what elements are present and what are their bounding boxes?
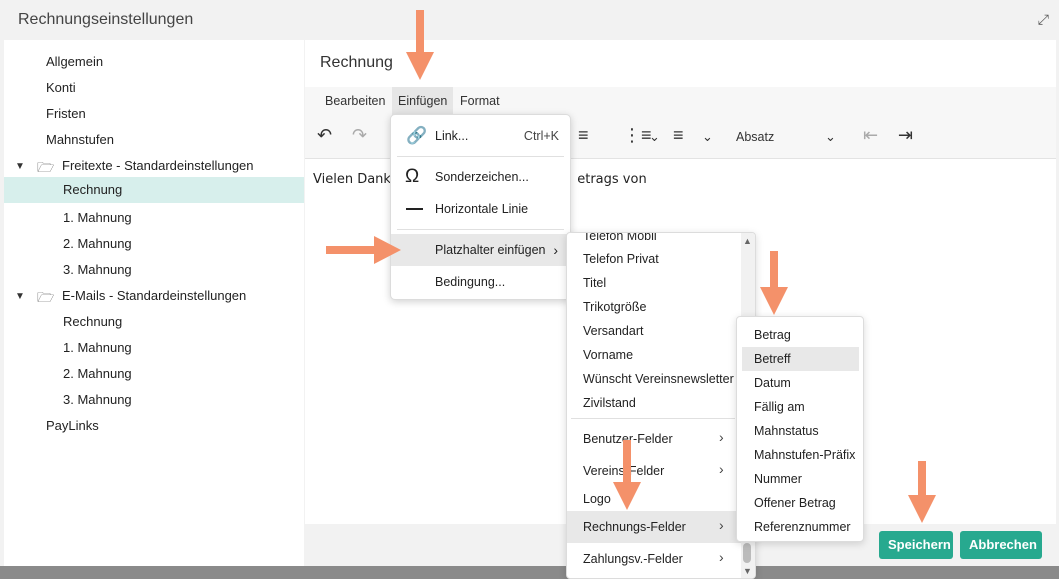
link-icon: 🔗 bbox=[406, 126, 428, 145]
placeholder-item[interactable]: Telefon Mobil bbox=[583, 233, 657, 248]
editor-text-end: etrags von bbox=[577, 172, 647, 187]
menu-einfuegen[interactable]: Einfügen bbox=[392, 87, 454, 115]
tree-item-emails-mahnung-3[interactable]: 3. Mahnung bbox=[63, 387, 132, 413]
invoice-field-item[interactable]: Mahnstufen-Präfix bbox=[754, 443, 855, 467]
tree-item-allgemein[interactable]: Allgemein bbox=[46, 49, 103, 75]
menu-bearbeiten[interactable]: Bearbeiten bbox=[319, 87, 391, 115]
numbered-list-icon[interactable]: ≡ bbox=[673, 125, 684, 146]
menu-item-link[interactable]: 🔗 Link... Ctrl+K bbox=[391, 120, 570, 152]
chevron-down-icon[interactable]: ⌄ bbox=[825, 129, 836, 145]
invoice-field-item[interactable]: Offener Betrag bbox=[754, 491, 836, 515]
tree-item-konti[interactable]: Konti bbox=[46, 75, 76, 101]
window-title: Rechnungseinstellungen bbox=[18, 11, 194, 28]
scroll-up-icon[interactable]: ▲ bbox=[743, 236, 752, 246]
tree-item-freitexte-mahnung-1[interactable]: 1. Mahnung bbox=[63, 205, 132, 231]
horizontal-line-icon bbox=[406, 208, 423, 210]
invoice-fields-submenu: Betrag Betreff Datum Fällig am Mahnstatu… bbox=[736, 316, 864, 542]
tree-item-freitexte-rechnung[interactable]: Rechnung bbox=[4, 177, 304, 203]
annotation-arrow-down-icon bbox=[760, 251, 788, 315]
annotation-arrow-down-icon bbox=[908, 461, 936, 523]
omega-icon: Ω bbox=[405, 166, 420, 187]
indent-icon[interactable]: ⇥ bbox=[898, 125, 913, 146]
collapse-caret-icon[interactable]: ▼ bbox=[15, 291, 25, 302]
tree-item-emails-mahnung-1[interactable]: 1. Mahnung bbox=[63, 335, 132, 361]
placeholder-group[interactable]: Zahlungsv.-Felder bbox=[583, 543, 683, 575]
outdent-icon[interactable]: ⇤ bbox=[863, 125, 878, 146]
placeholder-item[interactable]: Vorname bbox=[583, 343, 633, 367]
menu-item-special-chars[interactable]: Ω Sonderzeichen... bbox=[391, 161, 570, 193]
placeholder-item[interactable]: Zivilstand bbox=[583, 391, 636, 415]
chevron-right-icon: › bbox=[719, 517, 724, 533]
scroll-thumb[interactable] bbox=[743, 543, 751, 563]
annotation-arrow-right-icon bbox=[326, 236, 401, 264]
chevron-right-icon: › bbox=[553, 242, 558, 258]
chevron-right-icon: › bbox=[719, 429, 724, 445]
invoice-field-item[interactable]: Datum bbox=[754, 371, 791, 395]
bullet-list-icon[interactable]: ⋮≡ bbox=[623, 125, 652, 146]
invoice-field-item[interactable]: Betreff bbox=[754, 347, 791, 371]
tree-item-mahnstufen[interactable]: Mahnstufen bbox=[46, 127, 114, 153]
tree-item-paylinks[interactable]: PayLinks bbox=[46, 413, 99, 439]
menu-item-horizontal-line[interactable]: Horizontale Linie bbox=[391, 193, 570, 225]
annotation-arrow-down-icon bbox=[406, 10, 434, 80]
invoice-field-item[interactable]: Fällig am bbox=[754, 395, 805, 419]
collapse-caret-icon[interactable]: ▼ bbox=[15, 161, 25, 172]
editor-text-start: Vielen Dank bbox=[313, 172, 391, 187]
tree-item-freitexte-mahnung-2[interactable]: 2. Mahnung bbox=[63, 231, 132, 257]
invoice-field-item[interactable]: Referenznummer bbox=[754, 515, 851, 539]
tree-item-emails-rechnung[interactable]: Rechnung bbox=[63, 309, 122, 335]
title-bar: Rechnungseinstellungen ⤢ bbox=[0, 0, 1059, 40]
maximize-icon[interactable]: ⤢ bbox=[1038, 11, 1049, 28]
tree-item-freitexte[interactable]: Freitexte - Standardeinstellungen bbox=[62, 153, 254, 179]
menu-item-condition[interactable]: Bedingung... bbox=[391, 266, 570, 298]
cancel-button[interactable]: Abbrechen bbox=[960, 531, 1042, 559]
placeholder-item[interactable]: Versandart bbox=[583, 319, 643, 343]
editor-menubar: Bearbeiten Einfügen Format bbox=[305, 87, 1056, 115]
chevron-down-icon[interactable]: ⌄ bbox=[702, 129, 713, 145]
placeholder-item[interactable]: Trikotgröße bbox=[583, 295, 646, 319]
insert-menu: 🔗 Link... Ctrl+K Ω Sonderzeichen... Hori… bbox=[390, 114, 571, 300]
tree-item-fristen[interactable]: Fristen bbox=[46, 101, 86, 127]
placeholder-item[interactable]: Titel bbox=[583, 271, 606, 295]
block-format-select[interactable]: Absatz bbox=[736, 130, 774, 144]
undo-icon[interactable]: ↶ bbox=[317, 125, 332, 146]
invoice-field-item[interactable]: Betrag bbox=[754, 323, 791, 347]
folder-open-icon: 🗁 bbox=[37, 289, 55, 305]
invoice-field-item[interactable]: Nummer bbox=[754, 467, 802, 491]
scroll-down-icon[interactable]: ▼ bbox=[743, 566, 752, 576]
menu-format[interactable]: Format bbox=[454, 87, 506, 115]
placeholder-item[interactable]: Telefon Privat bbox=[583, 247, 659, 271]
placeholder-submenu: ▲ ▼ Telefon Mobil Telefon Privat Titel T… bbox=[566, 232, 756, 579]
bottom-strip bbox=[0, 566, 1059, 579]
menu-item-placeholder[interactable]: Platzhalter einfügen › bbox=[391, 234, 570, 266]
settings-tree: Allgemein Konti Fristen Mahnstufen ▼ 🗁 F… bbox=[4, 40, 304, 566]
editor-title: Rechnung bbox=[320, 54, 393, 71]
save-button[interactable]: Speichern bbox=[879, 531, 953, 559]
placeholder-item[interactable]: Wünscht Vereinsnewsletter bbox=[583, 367, 734, 391]
chevron-right-icon: › bbox=[719, 549, 724, 565]
invoice-field-item[interactable]: Mahnstatus bbox=[754, 419, 819, 443]
tree-item-emails[interactable]: E-Mails - Standardeinstellungen bbox=[62, 283, 246, 309]
tree-item-emails-mahnung-2[interactable]: 2. Mahnung bbox=[63, 361, 132, 387]
shortcut-label: Ctrl+K bbox=[523, 129, 559, 143]
chevron-down-icon[interactable]: ⌄ bbox=[649, 129, 660, 145]
redo-icon[interactable]: ↷ bbox=[352, 125, 367, 146]
chevron-right-icon: › bbox=[719, 461, 724, 477]
annotation-arrow-down-icon bbox=[613, 440, 641, 510]
align-justify-icon[interactable]: ≡ bbox=[578, 125, 589, 146]
placeholder-group[interactable]: Rechnungs-Felder bbox=[583, 511, 686, 543]
tree-item-freitexte-mahnung-3[interactable]: 3. Mahnung bbox=[63, 257, 132, 283]
